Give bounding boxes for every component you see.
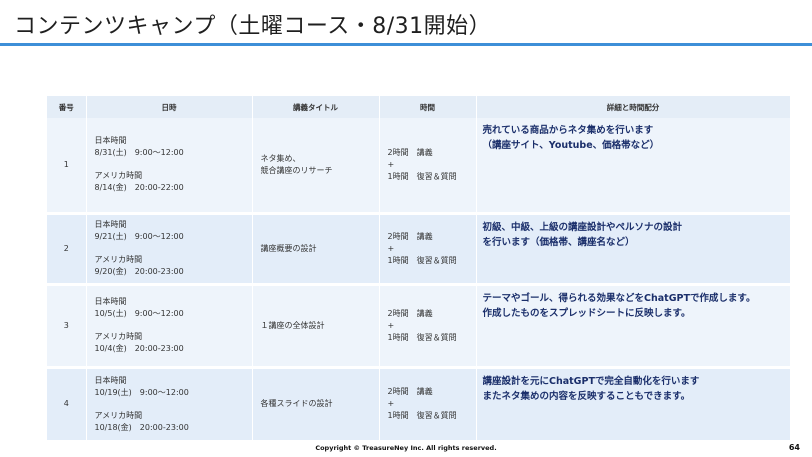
lecture-duration: 2時間 講義	[387, 308, 433, 318]
detail-cell: 初級、中級、上級の講座設計やペルソナの設計 を行います（価格帯、講座名など）	[476, 213, 791, 286]
us-time-label: アメリカ時間	[94, 410, 143, 420]
lecture-title-line: 競合講座のリサーチ	[260, 165, 333, 175]
row-number: 4	[47, 367, 87, 443]
lecture-title-cell: １講座の全体設計	[252, 284, 380, 369]
us-time-value: 9/20(金) 20:00-23:00	[94, 267, 184, 276]
table-header-row: 番号 日時 講義タイトル 時間 詳細と時間配分	[47, 96, 791, 118]
row-number: 1	[47, 118, 87, 215]
lecture-duration: 2時間 講義	[387, 387, 433, 396]
detail-line: 講座設計を元にChatGPTで完全自動化を行います	[482, 375, 700, 387]
datetime-cell: 日本時間 9/21(土) 9:00～12:00 アメリカ時間 9/20(金) 2…	[86, 213, 253, 286]
table-row: 3 日本時間 10/5(土) 9:00～12:00 アメリカ時間 10/4(金)…	[47, 284, 791, 369]
lecture-title-line: １講座の全体設計	[260, 320, 325, 330]
detail-cell: 講座設計を元にChatGPTで完全自動化を行います またネタ集めの内容を反映する…	[476, 367, 791, 443]
review-duration: 1時間 復習＆質問	[387, 332, 457, 342]
jp-time-value: 9/21(土) 9:00～12:00	[94, 232, 184, 241]
lecture-title-line: ネタ集め、	[260, 153, 301, 163]
row-number: 2	[47, 213, 87, 286]
us-time-value: 8/14(金) 20:00-22:00	[94, 183, 184, 193]
us-time-value: 10/4(金) 20:00-23:00	[94, 344, 184, 353]
review-duration: 1時間 復習＆質問	[387, 411, 457, 420]
review-duration: 1時間 復習＆質問	[387, 255, 457, 265]
jp-time-label: 日本時間	[94, 297, 127, 306]
lecture-title-cell: ネタ集め、 競合講座のリサーチ	[252, 118, 380, 215]
header-time: 時間	[379, 96, 477, 118]
detail-cell: テーマやゴール、得られる効果などをChatGPTで作成します。 作成したものをス…	[476, 284, 791, 369]
detail-line: 初級、中級、上級の講座設計やペルソナの設計	[482, 221, 683, 233]
plus-sign: +	[387, 320, 395, 330]
datetime-cell: 日本時間 10/19(土) 9:00～12:00 アメリカ時間 10/18(金)…	[86, 367, 253, 443]
review-duration: 1時間 復習＆質問	[387, 171, 457, 181]
jp-time-value: 10/5(土) 9:00～12:00	[94, 309, 184, 318]
detail-line: テーマやゴール、得られる効果などをChatGPTで作成します。	[482, 292, 756, 304]
detail-cell: 売れている商品からネタ集めを行います （講座サイト、Youtube、価格帯など）	[476, 118, 791, 215]
table-row: 1 日本時間 8/31(土) 9:00～12:00 アメリカ時間 8/14(金)…	[47, 118, 791, 215]
us-time-value: 10/18(金) 20:00-23:00	[94, 422, 189, 432]
us-time-label: アメリカ時間	[94, 255, 143, 264]
plus-sign: +	[387, 159, 395, 169]
schedule-table: 番号 日時 講義タイトル 時間 詳細と時間配分 1 日本時間 8/31(土) 9…	[47, 96, 791, 443]
us-time-label: アメリカ時間	[94, 332, 143, 341]
jp-time-value: 10/19(土) 9:00～12:00	[94, 387, 189, 397]
lecture-duration: 2時間 講義	[387, 231, 433, 241]
us-time-label: アメリカ時間	[94, 171, 143, 181]
header-number: 番号	[47, 96, 87, 118]
row-number: 3	[47, 284, 87, 369]
lecture-title-cell: 講座概要の設計	[252, 213, 380, 286]
detail-line: 売れている商品からネタ集めを行います	[482, 125, 654, 136]
header-details: 詳細と時間配分	[476, 96, 791, 118]
time-cell: 2時間 講義 + 1時間 復習＆質問	[379, 118, 477, 215]
jp-time-label: 日本時間	[94, 136, 127, 146]
time-cell: 2時間 講義 + 1時間 復習＆質問	[379, 367, 477, 443]
title-divider	[0, 43, 812, 46]
page-number: 64	[788, 443, 800, 452]
jp-time-label: 日本時間	[94, 220, 127, 229]
plus-sign: +	[387, 243, 395, 253]
copyright-text: Copyright © TreasureNey Inc. All rights …	[315, 444, 497, 452]
datetime-cell: 日本時間 10/5(土) 9:00～12:00 アメリカ時間 10/4(金) 2…	[86, 284, 253, 369]
detail-line: を行います（価格帯、講座名など）	[482, 236, 635, 248]
detail-line: （講座サイト、Youtube、価格帯など）	[482, 140, 660, 151]
datetime-cell: 日本時間 8/31(土) 9:00～12:00 アメリカ時間 8/14(金) 2…	[86, 118, 253, 215]
time-cell: 2時間 講義 + 1時間 復習＆質問	[379, 213, 477, 286]
plus-sign: +	[387, 399, 395, 408]
jp-time-label: 日本時間	[94, 375, 127, 385]
lecture-title-cell: 各種スライドの設計	[252, 367, 380, 443]
time-cell: 2時間 講義 + 1時間 復習＆質問	[379, 284, 477, 369]
lecture-title-line: 講座概要の設計	[260, 243, 317, 253]
detail-line: またネタ集めの内容を反映することもできます。	[482, 390, 691, 402]
header-datetime: 日時	[86, 96, 253, 118]
jp-time-value: 8/31(土) 9:00～12:00	[94, 148, 184, 158]
header-lecture-title: 講義タイトル	[252, 96, 380, 118]
detail-line: 作成したものをスプレッドシートに反映します。	[482, 307, 691, 319]
table-row: 2 日本時間 9/21(土) 9:00～12:00 アメリカ時間 9/20(金)…	[47, 213, 791, 286]
page-title: コンテンツキャンプ（土曜コース・8/31開始）	[14, 14, 492, 39]
table-row: 4 日本時間 10/19(土) 9:00～12:00 アメリカ時間 10/18(…	[47, 367, 791, 443]
lecture-duration: 2時間 講義	[387, 147, 433, 157]
lecture-title-line: 各種スライドの設計	[260, 399, 333, 408]
